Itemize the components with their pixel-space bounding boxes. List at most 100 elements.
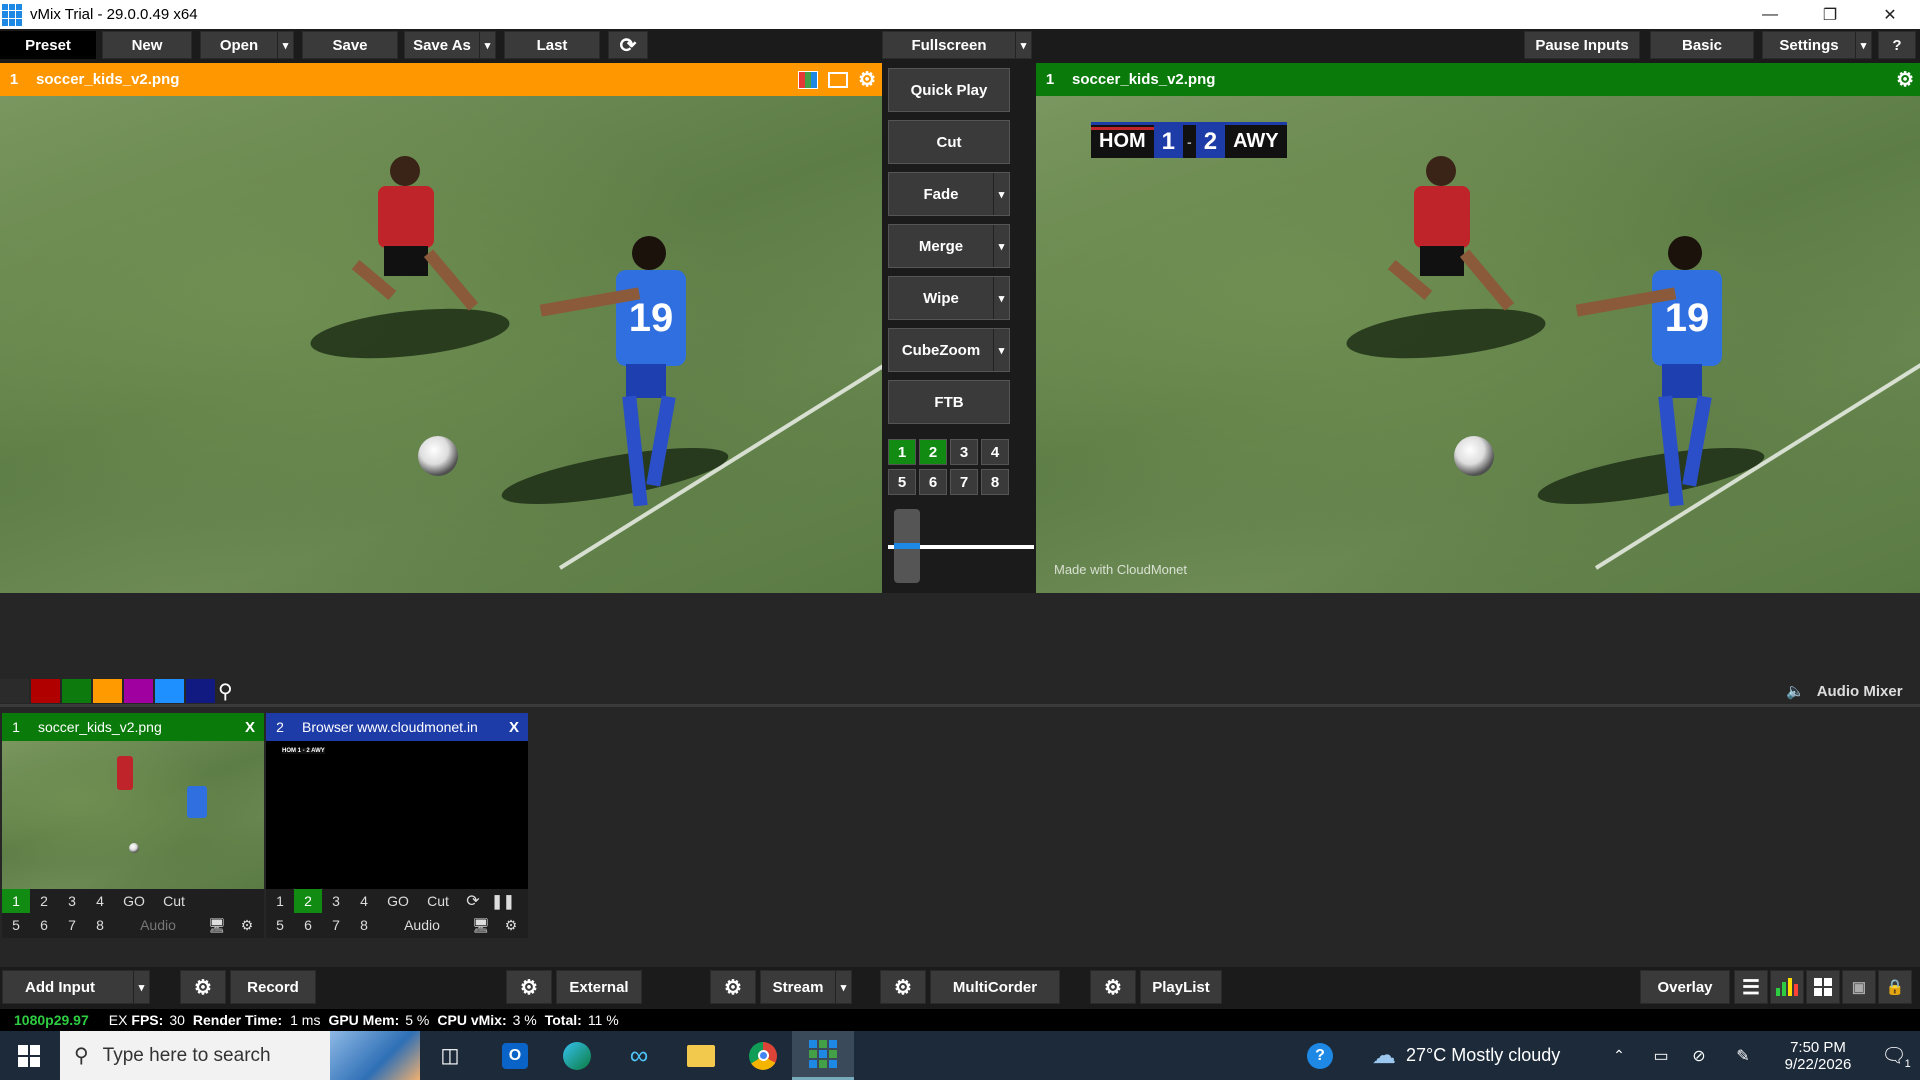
- save-button[interactable]: Save: [302, 31, 398, 59]
- quick-number-8[interactable]: 8: [981, 469, 1009, 495]
- save-as-button[interactable]: Save As ▾: [404, 31, 496, 59]
- playlist-button[interactable]: PlayList: [1140, 970, 1222, 1004]
- pause-icon[interactable]: ❚❚: [488, 889, 518, 913]
- quick-number-2[interactable]: 2: [919, 439, 947, 465]
- merge-dropdown-icon[interactable]: ▾: [993, 225, 1009, 267]
- notification-center-icon[interactable]: 🗨 1: [1872, 1031, 1916, 1080]
- fade-button[interactable]: Fade ▾: [888, 172, 1010, 216]
- quick-play-2-button[interactable]: 2: [30, 889, 58, 913]
- lock-icon[interactable]: 🔒: [1878, 970, 1912, 1004]
- input-thumbnail[interactable]: HOM 1 - 2 AWY: [266, 741, 528, 889]
- restore-button[interactable]: ❐: [1800, 0, 1860, 29]
- input-close-button[interactable]: X: [500, 719, 528, 736]
- network-disconnected-icon[interactable]: ⊘: [1684, 1031, 1714, 1080]
- quick-play-3-button[interactable]: 3: [322, 889, 350, 913]
- external-settings-gear-icon[interactable]: ⚙: [506, 970, 552, 1004]
- taskbar-search-box[interactable]: ⚲ Type here to search: [60, 1031, 420, 1080]
- pen-icon[interactable]: ✎: [1728, 1031, 1758, 1080]
- input-settings-gear-icon[interactable]: ⚙: [232, 913, 262, 937]
- preset-button[interactable]: Preset: [0, 31, 96, 59]
- t-bar-handle[interactable]: [894, 509, 920, 583]
- color-tag-swatch[interactable]: [124, 679, 153, 703]
- settings-button[interactable]: Settings ▾: [1762, 31, 1872, 59]
- quick-play-6-button[interactable]: 6: [30, 913, 58, 937]
- quick-play-7-button[interactable]: 7: [322, 913, 350, 937]
- fade-dropdown-icon[interactable]: ▾: [993, 173, 1009, 215]
- close-button[interactable]: ✕: [1860, 0, 1920, 29]
- quick-number-6[interactable]: 6: [919, 469, 947, 495]
- settings-dropdown-icon[interactable]: ▾: [1855, 32, 1871, 58]
- windows-start-icon[interactable]: [0, 1031, 58, 1080]
- input-cut-button[interactable]: Cut: [154, 889, 194, 913]
- color-tag-swatch[interactable]: [62, 679, 91, 703]
- color-tag-swatch[interactable]: [0, 679, 29, 703]
- loop-icon[interactable]: ⟳: [458, 889, 488, 913]
- quick-play-5-button[interactable]: 5: [2, 913, 30, 937]
- quick-play-4-button[interactable]: 4: [350, 889, 378, 913]
- input-settings-gear-icon[interactable]: ⚙: [496, 913, 526, 937]
- preview-settings-gear-icon[interactable]: ⚙: [858, 67, 876, 92]
- safe-area-icon[interactable]: [828, 71, 849, 88]
- input-close-button[interactable]: X: [236, 719, 264, 736]
- quick-play-8-button[interactable]: 8: [350, 913, 378, 937]
- chevron-up-icon[interactable]: ⌃: [1604, 1031, 1634, 1080]
- list-view-icon[interactable]: ☰: [1734, 970, 1768, 1004]
- edge-icon[interactable]: [552, 1031, 602, 1080]
- wipe-dropdown-icon[interactable]: ▾: [993, 277, 1009, 319]
- ftb-button[interactable]: FTB: [888, 380, 1010, 424]
- cubezoom-dropdown-icon[interactable]: ▾: [993, 329, 1009, 371]
- help-circle-icon[interactable]: ?: [1300, 1031, 1340, 1080]
- wipe-button[interactable]: Wipe ▾: [888, 276, 1010, 320]
- quick-play-1-button[interactable]: 1: [2, 889, 30, 913]
- save-as-dropdown-icon[interactable]: ▾: [479, 32, 495, 58]
- output-settings-gear-icon[interactable]: ⚙: [1896, 67, 1914, 92]
- quick-number-4[interactable]: 4: [981, 439, 1009, 465]
- basic-button[interactable]: Basic: [1650, 31, 1754, 59]
- quick-play-5-button[interactable]: 5: [266, 913, 294, 937]
- battery-icon[interactable]: ▭: [1646, 1031, 1676, 1080]
- quick-play-2-button[interactable]: 2: [294, 889, 322, 913]
- quick-play-3-button[interactable]: 3: [58, 889, 86, 913]
- add-input-button[interactable]: Add Input ▾: [2, 970, 150, 1004]
- stream-settings-gear-icon[interactable]: ⚙: [710, 970, 756, 1004]
- stream-button[interactable]: Stream ▾: [760, 970, 852, 1004]
- quick-play-button[interactable]: Quick Play: [888, 68, 1010, 112]
- color-tag-swatch[interactable]: [93, 679, 122, 703]
- audio-levels-icon[interactable]: [1770, 970, 1804, 1004]
- monitor-icon[interactable]: 🖥: [202, 913, 232, 937]
- last-button[interactable]: Last: [504, 31, 600, 59]
- go-button[interactable]: GO: [378, 889, 418, 913]
- minimize-button[interactable]: —: [1740, 0, 1800, 29]
- playlist-settings-gear-icon[interactable]: ⚙: [1090, 970, 1136, 1004]
- record-button[interactable]: Record: [230, 970, 316, 1004]
- audio-button[interactable]: Audio: [114, 913, 202, 937]
- multiview-icon[interactable]: [1806, 970, 1840, 1004]
- open-button[interactable]: Open ▾: [200, 31, 294, 59]
- quick-number-7[interactable]: 7: [950, 469, 978, 495]
- file-explorer-icon[interactable]: [676, 1031, 726, 1080]
- monitor-icon[interactable]: 🖥: [466, 913, 496, 937]
- go-button[interactable]: GO: [114, 889, 154, 913]
- clock[interactable]: 7:50 PM 9/22/2026: [1768, 1031, 1868, 1080]
- weather-widget[interactable]: ☁ 27°C Mostly cloudy: [1372, 1031, 1582, 1080]
- quick-play-7-button[interactable]: 7: [58, 913, 86, 937]
- cut-button[interactable]: Cut: [888, 120, 1010, 164]
- multicorder-settings-gear-icon[interactable]: ⚙: [880, 970, 926, 1004]
- vmix-taskbar-icon[interactable]: [792, 1031, 854, 1080]
- audio-mixer-button[interactable]: 🔈 Audio Mixer: [1786, 679, 1903, 703]
- color-tag-swatch[interactable]: [31, 679, 60, 703]
- chrome-icon[interactable]: [738, 1031, 788, 1080]
- merge-button[interactable]: Merge ▾: [888, 224, 1010, 268]
- multicorder-button[interactable]: MultiCorder: [930, 970, 1060, 1004]
- preview-image[interactable]: 19: [0, 96, 882, 593]
- color-tag-swatch[interactable]: [155, 679, 184, 703]
- fullscreen-dropdown-icon[interactable]: ▾: [1015, 32, 1031, 58]
- input-card-1[interactable]: 1 soccer_kids_v2.png X 1 2 3 4 GO Cut 5 …: [2, 713, 264, 938]
- quick-number-1[interactable]: 1: [888, 439, 916, 465]
- quick-number-5[interactable]: 5: [888, 469, 916, 495]
- input-card-2[interactable]: 2 Browser www.cloudmonet.in X HOM 1 - 2 …: [266, 713, 528, 938]
- overlay-button[interactable]: Overlay: [1640, 970, 1730, 1004]
- search-icon[interactable]: ⚲: [218, 679, 233, 704]
- infinity-app-icon[interactable]: ∞: [614, 1031, 664, 1080]
- snapshot-icon[interactable]: ▣: [1842, 970, 1876, 1004]
